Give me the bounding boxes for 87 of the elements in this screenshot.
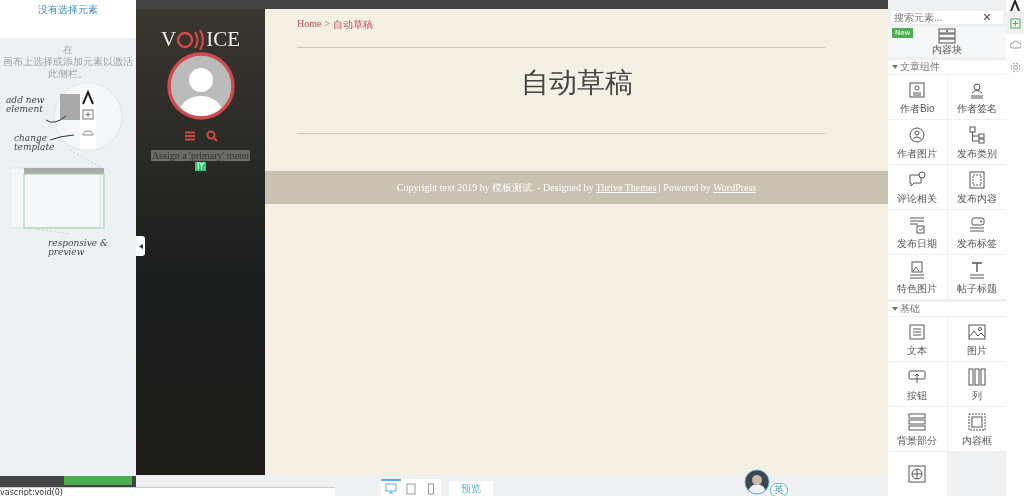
search-icon[interactable] xyxy=(205,130,218,142)
status-bar: vascript:void(0) xyxy=(0,487,335,496)
breadcrumb-separator: > xyxy=(324,18,331,31)
tile-label: 列 xyxy=(971,389,982,401)
sound-wave-icon xyxy=(176,27,207,52)
collapse-handle[interactable] xyxy=(136,236,145,256)
image-lines-icon xyxy=(908,260,927,279)
hierarchy-icon xyxy=(967,125,986,144)
language-badge: 英 xyxy=(770,483,788,496)
element-tile[interactable]: 帖子标题 xyxy=(947,255,1006,299)
phone-icon xyxy=(425,482,437,495)
cloud-icon xyxy=(1009,39,1021,51)
element-tile[interactable]: 作者签名 xyxy=(947,75,1006,119)
breadcrumb-current: 自动草稿 xyxy=(333,18,374,32)
handwritten-note: add new element xyxy=(6,96,46,114)
comment-icon xyxy=(908,170,927,189)
avatar[interactable] xyxy=(744,469,770,495)
desktop-icon xyxy=(385,482,397,495)
notice-badge: IY xyxy=(194,162,207,171)
tile-label: 内容块 xyxy=(932,44,962,55)
content-box-icon xyxy=(967,412,986,431)
search-field[interactable]: 搜索元素... xyxy=(891,11,1003,24)
element-tile[interactable]: 发布标签 xyxy=(947,210,1006,254)
tile-label: 发布标签 xyxy=(956,237,997,249)
device-button[interactable] xyxy=(381,479,401,496)
blocks-icon xyxy=(938,28,956,44)
panel-title: 没有选择元素 xyxy=(38,3,98,17)
element-tile[interactable]: 作者图片 xyxy=(888,120,947,164)
sections-icon xyxy=(908,412,927,431)
columns-icon xyxy=(967,367,986,386)
menu-icon[interactable] xyxy=(183,130,196,142)
tile-label: 特色图片 xyxy=(897,282,938,294)
element-tile[interactable]: 图片 xyxy=(947,317,1006,361)
element-tile[interactable]: 发布内容 xyxy=(947,165,1006,209)
tile-label: 内容框 xyxy=(961,434,992,446)
tile-label: 发布类别 xyxy=(956,147,997,159)
tile-label: 帖子标题 xyxy=(956,282,997,294)
element-tile[interactable]: 特色图片 xyxy=(888,255,947,299)
tile-label: 按钮 xyxy=(907,389,928,401)
tile-label: 发布日期 xyxy=(897,237,938,249)
tablet-icon xyxy=(405,482,417,495)
image-icon xyxy=(967,322,986,341)
profile-card-icon xyxy=(908,80,927,99)
tile-label: 背景部分 xyxy=(897,434,938,446)
settings-icon xyxy=(1009,61,1021,73)
element-tile[interactable]: 内容框 xyxy=(947,407,1006,451)
logo-icon xyxy=(1010,0,1020,12)
element-tile[interactable]: 作者Bio xyxy=(888,75,947,119)
globe-icon xyxy=(908,465,927,483)
caret-icon[interactable] xyxy=(892,64,898,70)
handwritten-note: responsive & preview xyxy=(48,239,109,257)
element-tile[interactable] xyxy=(888,452,947,496)
caret-icon xyxy=(138,243,143,249)
logo-text: ICE xyxy=(206,27,240,52)
footer-text: Copyright text 2019 by 模板测试. - Designed by Thrive Themes | Powered by WordPress xyxy=(396,180,757,195)
close-icon[interactable] xyxy=(984,14,990,21)
element-tile[interactable]: 发布日期 xyxy=(888,210,947,254)
person-circle-icon xyxy=(908,125,927,144)
element-tile[interactable]: 按钮 xyxy=(888,362,947,406)
calendar-lines-icon xyxy=(908,215,927,234)
tag-lines-icon xyxy=(967,215,986,234)
page-title: 自动草稿 xyxy=(519,65,634,101)
button-click-icon xyxy=(908,367,927,386)
logo-text: V xyxy=(161,27,177,52)
tile-label: 图片 xyxy=(966,344,987,356)
tile-label: 文本 xyxy=(907,344,928,356)
breadcrumb-link[interactable]: Home xyxy=(297,18,322,32)
element-tile[interactable]: 文本 xyxy=(888,317,947,361)
element-tile[interactable]: 发布类别 xyxy=(947,120,1006,164)
profile-avatar xyxy=(166,52,235,120)
section-title[interactable]: 基础 xyxy=(900,302,920,316)
caret-icon[interactable] xyxy=(892,306,898,312)
text-block-icon xyxy=(908,322,927,341)
element-tile[interactable]: 背景部分 xyxy=(888,407,947,451)
text-title-icon xyxy=(967,260,986,279)
element-tile[interactable]: 评论相关 xyxy=(888,165,947,209)
tile-label: 发布内容 xyxy=(956,192,997,204)
hint-text: 在 xyxy=(62,44,74,56)
element-tile[interactable]: 列 xyxy=(947,362,1006,406)
add-icon xyxy=(1009,17,1021,29)
tile-label: 作者签名 xyxy=(956,102,997,114)
tile-label: 评论相关 xyxy=(897,192,938,204)
document-frame-icon xyxy=(967,170,986,189)
handwritten-note: change template xyxy=(14,134,56,152)
tile-label: 作者Bio xyxy=(900,102,935,114)
tool-button[interactable] xyxy=(1006,12,1024,34)
tile-label: 作者图片 xyxy=(897,147,938,159)
